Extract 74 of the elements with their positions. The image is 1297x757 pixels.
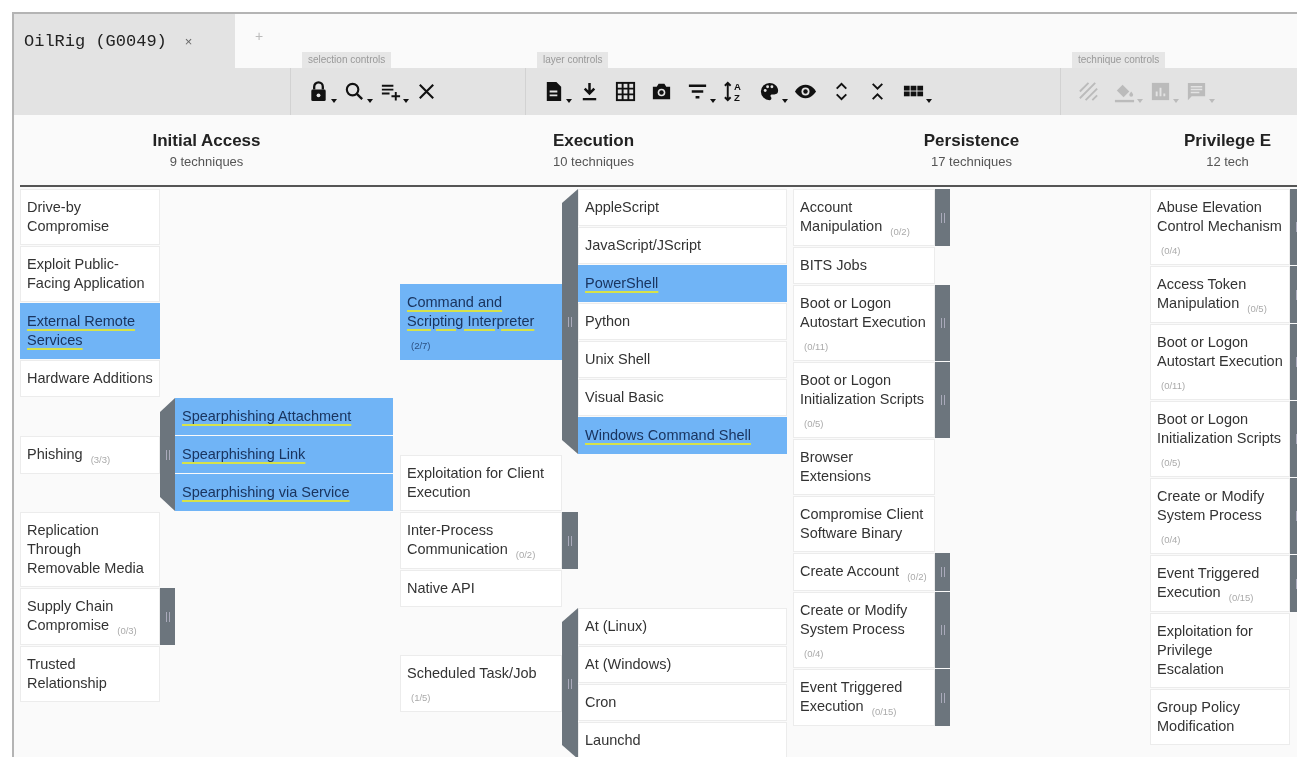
technique-cell[interactable]: Supply Chain Compromise $_{(0/3)}$ bbox=[20, 588, 160, 645]
tab-label: OilRig (G0049) bbox=[24, 31, 167, 51]
subtechnique-cell[interactable]: At (Windows) bbox=[578, 646, 787, 683]
collapse-handle[interactable] bbox=[562, 189, 578, 454]
subtechnique-cell[interactable]: Launchd bbox=[578, 722, 787, 757]
subtechnique-cell[interactable]: At (Linux) bbox=[578, 608, 787, 645]
subtechnique-cell[interactable]: Spearphishing Link bbox=[175, 436, 393, 473]
expand-handle[interactable] bbox=[935, 592, 950, 668]
technique-cell[interactable]: Native API bbox=[400, 570, 562, 607]
technique-count: 12 tech bbox=[1206, 154, 1249, 169]
technique-cell[interactable]: Compromise Client Software Binary bbox=[793, 496, 935, 552]
expand-handle[interactable] bbox=[935, 285, 950, 361]
expand-handle[interactable] bbox=[935, 553, 950, 591]
subtechnique-cell[interactable]: PowerShell bbox=[578, 265, 787, 302]
technique-cell[interactable]: Exploit Public-Facing Application bbox=[20, 246, 160, 302]
technique-cell[interactable]: Event Triggered Execution $_{(0/15)}$ bbox=[1150, 555, 1290, 612]
technique-cell[interactable]: Account Manipulation $_{(0/2)}$ bbox=[793, 189, 935, 246]
subtechnique-cell[interactable]: JavaScript/JScript bbox=[578, 227, 787, 264]
expand-handle[interactable] bbox=[160, 588, 175, 645]
expand-handle[interactable] bbox=[935, 362, 950, 438]
technique-cell[interactable]: Phishing $_{(3/3)}$ bbox=[20, 435, 160, 474]
caret-icon bbox=[926, 98, 932, 103]
caret-icon bbox=[367, 98, 373, 103]
subtechnique-cell[interactable]: Spearphishing Attachment bbox=[175, 398, 393, 435]
expand-handle[interactable] bbox=[562, 512, 578, 569]
toolbar-button[interactable]: A Z bbox=[718, 74, 754, 109]
technique-count: 10 techniques bbox=[553, 154, 634, 169]
subtechnique-cell[interactable]: AppleScript bbox=[578, 189, 787, 226]
caret-icon bbox=[1209, 98, 1215, 103]
layer-tab[interactable]: OilRig (G0049) × bbox=[14, 14, 235, 68]
caret-icon bbox=[331, 98, 337, 103]
subtechnique-cell[interactable]: Python bbox=[578, 303, 787, 340]
caret-icon bbox=[710, 98, 716, 103]
caret-icon bbox=[566, 98, 572, 103]
tactic-name: Execution bbox=[552, 131, 635, 151]
group-label: technique controls bbox=[1072, 52, 1166, 68]
table-icon bbox=[614, 80, 637, 103]
technique-cell[interactable]: Browser Extensions bbox=[793, 439, 935, 495]
tactic-name: Initial Access bbox=[152, 131, 261, 151]
tactic-name: Privilege E bbox=[1184, 131, 1271, 151]
subtechnique-cell[interactable]: Cron bbox=[578, 684, 787, 721]
technique-cell[interactable]: Drive-by Compromise bbox=[20, 189, 160, 245]
technique-cell[interactable]: Group Policy Modification bbox=[1150, 689, 1290, 745]
group-label: selection controls bbox=[302, 52, 392, 68]
caret-icon bbox=[1173, 98, 1179, 103]
technique-cell[interactable]: External Remote Services bbox=[20, 303, 160, 359]
technique-cell[interactable]: Inter-Process Communication $_{(0/2)}$ bbox=[400, 512, 562, 569]
tactic-name: Persistence bbox=[923, 131, 1020, 151]
hatch-icon bbox=[1077, 80, 1100, 103]
technique-cell[interactable]: Create Account $_{(0/2)}$ bbox=[793, 553, 935, 591]
technique-cell[interactable]: Trusted Relationship bbox=[20, 646, 160, 702]
expand-handle[interactable] bbox=[935, 189, 950, 246]
subtechnique-cell[interactable]: Windows Command Shell bbox=[578, 417, 787, 454]
technique-cell[interactable]: Exploitation for Client Execution bbox=[400, 455, 562, 511]
caret-icon bbox=[1137, 98, 1143, 103]
subtechnique-cell[interactable]: Unix Shell bbox=[578, 341, 787, 378]
caret-icon bbox=[403, 98, 409, 103]
caret-icon bbox=[782, 98, 788, 103]
subtechnique-cell[interactable]: Visual Basic bbox=[578, 379, 787, 416]
technique-cell[interactable]: Hardware Additions bbox=[20, 360, 160, 397]
technique-cell[interactable]: BITS Jobs bbox=[793, 247, 935, 284]
expand-handle[interactable] bbox=[935, 669, 950, 726]
technique-cell[interactable]: Exploitation for Privilege Escalation bbox=[1150, 613, 1290, 688]
collapse-handle[interactable] bbox=[562, 608, 578, 757]
technique-count: 9 techniques bbox=[169, 154, 244, 169]
close-tab-button[interactable]: × bbox=[184, 33, 193, 49]
technique-cell[interactable]: Event Triggered Execution $_{(0/15)}$ bbox=[793, 669, 935, 726]
technique-cell[interactable]: Replication Through Removable Media bbox=[20, 512, 160, 587]
technique-count: 17 techniques bbox=[931, 154, 1012, 169]
technique-cell[interactable]: Access Token Manipulation $_{(0/5)}$ bbox=[1150, 266, 1290, 323]
subtechnique-cell[interactable]: Spearphishing via Service bbox=[175, 474, 393, 511]
search-icon bbox=[343, 80, 366, 103]
palette-icon bbox=[758, 80, 781, 103]
group-label: layer controls bbox=[537, 52, 609, 68]
